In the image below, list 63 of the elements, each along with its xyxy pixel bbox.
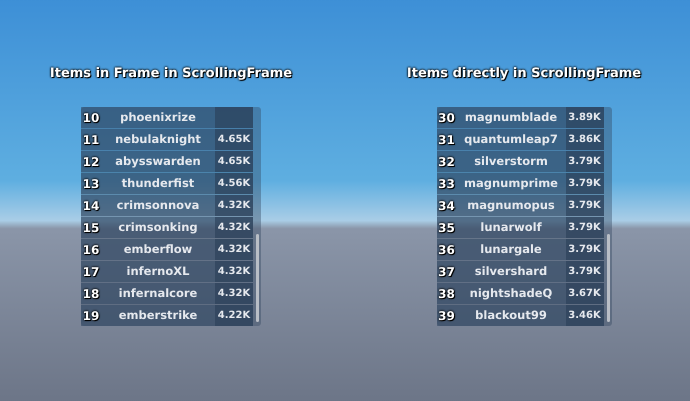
player-name: emberflow bbox=[122, 240, 194, 258]
rank-number: 36 bbox=[437, 242, 456, 258]
rank-number: 12 bbox=[82, 154, 100, 170]
rank-number: 16 bbox=[82, 242, 100, 258]
rank-number: 33 bbox=[437, 176, 456, 192]
player-name: magnumopus bbox=[466, 196, 556, 214]
player-name: crimsonking bbox=[117, 218, 199, 236]
player-name: silvershard bbox=[474, 262, 548, 280]
rank-number: 18 bbox=[82, 286, 100, 302]
rank-number: 14 bbox=[82, 198, 100, 214]
score-value: 3.67K bbox=[566, 283, 604, 304]
score-value: 4.65K bbox=[215, 151, 253, 172]
rank-number: 11 bbox=[82, 132, 100, 148]
rank-number: 30 bbox=[437, 110, 456, 126]
player-name: silverstorm bbox=[473, 152, 549, 170]
player-name: infernoXL bbox=[126, 262, 190, 280]
rank-number: 10 bbox=[82, 110, 100, 126]
rank-number: 19 bbox=[82, 308, 100, 324]
rank-number: 31 bbox=[437, 132, 456, 148]
rank-number: 15 bbox=[82, 220, 100, 236]
score-value: 3.79K bbox=[566, 239, 604, 260]
player-name: emberstrike bbox=[118, 306, 198, 324]
rank-number: 13 bbox=[82, 176, 100, 192]
rank-number: 32 bbox=[437, 154, 456, 170]
rank-number: 38 bbox=[437, 286, 456, 302]
score-value: 4.32K bbox=[215, 195, 253, 216]
player-name: lunargale bbox=[479, 240, 543, 258]
player-name: nebulaknight bbox=[114, 130, 202, 148]
rank-number: 39 bbox=[437, 308, 456, 324]
score-value: 3.89K bbox=[566, 107, 604, 128]
score-value: 3.46K bbox=[566, 305, 604, 326]
score-value: 3.79K bbox=[566, 217, 604, 238]
panel-title: Items directly in ScrollingFrame bbox=[406, 65, 642, 83]
rank-number: 17 bbox=[82, 264, 100, 280]
scrollbar[interactable] bbox=[256, 234, 259, 322]
player-name: lunarwolf bbox=[479, 218, 543, 236]
player-name: blackout99 bbox=[474, 306, 548, 324]
panel-title: Items in Frame in ScrollingFrame bbox=[50, 65, 292, 83]
score-value: 4.32K bbox=[215, 261, 253, 282]
score-value: 3.79K bbox=[566, 151, 604, 172]
score-value: 4.65K bbox=[215, 129, 253, 150]
score-value: 3.79K bbox=[566, 195, 604, 216]
rank-number: 37 bbox=[437, 264, 456, 280]
rank-number: 34 bbox=[437, 198, 456, 214]
score-value: 4.32K bbox=[215, 217, 253, 238]
player-name: quantumleap7 bbox=[463, 130, 559, 148]
score-value: 4.32K bbox=[215, 283, 253, 304]
score-value: 3.79K bbox=[566, 261, 604, 282]
score-value: 4.56K bbox=[215, 173, 253, 194]
player-name: crimsonnova bbox=[116, 196, 200, 214]
score-value: 4.22K bbox=[215, 305, 253, 326]
player-name: nightshadeQ bbox=[468, 284, 554, 302]
player-name: phoenixrize bbox=[119, 108, 197, 126]
score-value: 4.32K bbox=[215, 239, 253, 260]
player-name: infernalcore bbox=[118, 284, 198, 302]
player-name: magnumprime bbox=[463, 174, 559, 192]
player-name: thunderfist bbox=[120, 174, 196, 192]
scrollbar[interactable] bbox=[606, 234, 610, 322]
rank-number: 35 bbox=[437, 220, 456, 236]
player-name: magnumblade bbox=[464, 108, 558, 126]
score-value: 3.86K bbox=[566, 129, 604, 150]
player-name: abysswarden bbox=[114, 152, 202, 170]
score-value: 3.79K bbox=[566, 173, 604, 194]
